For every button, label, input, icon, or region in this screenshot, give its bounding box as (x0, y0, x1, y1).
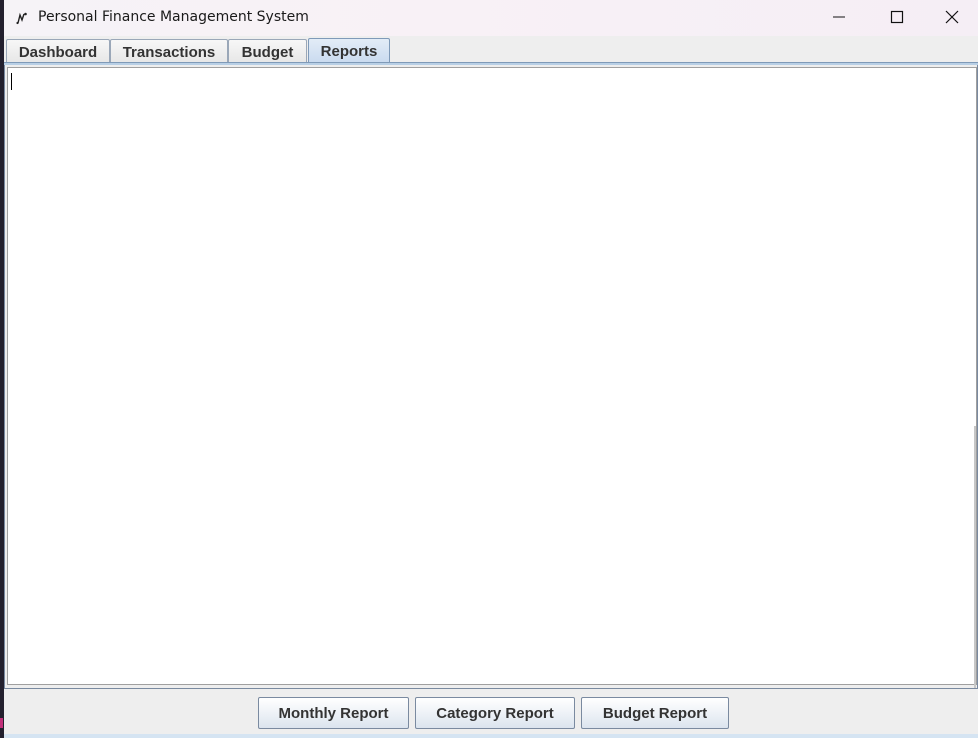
desktop-accent (0, 718, 3, 728)
maximize-icon (890, 10, 904, 24)
app-icon (14, 10, 30, 26)
reports-panel (4, 65, 978, 689)
close-icon (945, 10, 959, 24)
tab-transactions[interactable]: Transactions (110, 39, 228, 64)
scrollbar-edge[interactable] (974, 426, 976, 688)
tab-reports[interactable]: Reports (308, 38, 390, 64)
text-caret (11, 73, 12, 90)
window-title: Personal Finance Management System (38, 9, 309, 25)
report-output-area[interactable] (7, 67, 977, 688)
category-report-button[interactable]: Category Report (415, 697, 575, 729)
tab-strip: Dashboard Transactions Budget Reports (4, 36, 978, 64)
app-window: Personal Finance Management System Dashb… (4, 0, 978, 738)
minimize-icon (832, 10, 846, 24)
tab-dashboard[interactable]: Dashboard (6, 39, 110, 64)
report-button-bar: Monthly Report Category Report Budget Re… (4, 690, 978, 738)
maximize-button[interactable] (868, 0, 926, 34)
close-button[interactable] (926, 0, 978, 34)
tab-budget[interactable]: Budget (228, 39, 307, 64)
title-bar[interactable]: Personal Finance Management System (4, 0, 978, 36)
monthly-report-button[interactable]: Monthly Report (258, 697, 409, 729)
budget-report-button[interactable]: Budget Report (581, 697, 729, 729)
minimize-button[interactable] (810, 0, 868, 34)
window-bottom-edge (4, 734, 978, 738)
